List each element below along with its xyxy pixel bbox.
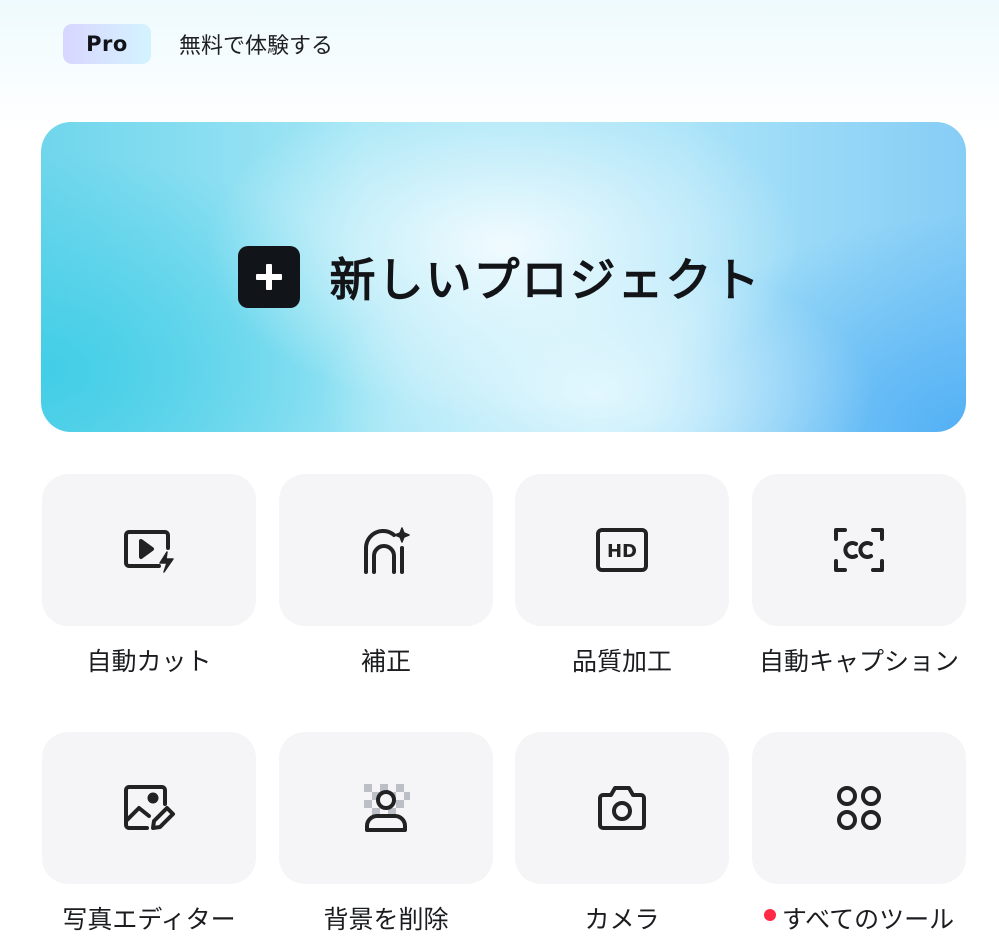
video-flash-icon — [121, 526, 177, 574]
tool-auto-caption[interactable]: 自動キャプション — [752, 474, 966, 678]
tool-retouch[interactable]: 補正 — [279, 474, 493, 678]
tool-label: 品質加工 — [571, 647, 672, 676]
tool-all-tools[interactable]: すべてのツール — [752, 732, 966, 936]
new-project-button[interactable]: 新しいプロジェクト — [41, 122, 966, 432]
cc-caption-icon — [831, 524, 887, 576]
camera-icon — [594, 782, 650, 834]
tool-label: 背景を削除 — [323, 905, 449, 934]
tool-quality-enhance[interactable]: HD 品質加工 — [515, 474, 729, 678]
hd-icon: HD — [594, 526, 650, 574]
tool-tile[interactable] — [42, 732, 256, 884]
tool-label: 自動カット — [86, 647, 212, 676]
tool-tile[interactable] — [279, 732, 493, 884]
tool-auto-cut[interactable]: 自動カット — [42, 474, 256, 678]
image-edit-icon — [121, 782, 177, 834]
new-project-label: 新しいプロジェクト — [329, 253, 762, 307]
tool-label: 補正 — [360, 647, 411, 676]
tool-tile[interactable] — [752, 474, 966, 626]
remove-background-icon — [358, 780, 414, 836]
plus-icon — [237, 246, 300, 308]
free-trial-link[interactable]: 無料で体験する — [179, 28, 333, 60]
tool-remove-background[interactable]: 背景を削除 — [279, 732, 493, 936]
tool-label: カメラ — [584, 905, 660, 934]
tool-tile[interactable] — [752, 732, 966, 884]
new-badge-dot — [763, 909, 776, 921]
svg-text:HD: HD — [607, 541, 637, 562]
tool-tile[interactable] — [42, 474, 256, 626]
tool-label: すべてのツール — [781, 905, 955, 934]
pro-badge[interactable]: Pro — [63, 24, 151, 64]
top-bar: Pro 無料で体験する — [63, 24, 333, 64]
tool-tile[interactable] — [279, 474, 493, 626]
new-project-content: 新しいプロジェクト — [237, 244, 762, 310]
grid-dots-icon — [833, 782, 885, 834]
tool-tile[interactable] — [515, 732, 729, 884]
tool-label-row: すべてのツール — [739, 900, 979, 936]
tool-label: 自動キャプション — [758, 647, 959, 676]
tool-tile[interactable]: HD — [515, 474, 729, 626]
tool-label: 写真エディター — [62, 905, 236, 934]
tool-camera[interactable]: カメラ — [515, 732, 729, 936]
tool-photo-editor[interactable]: 写真エディター — [42, 732, 256, 936]
face-sparkle-icon — [358, 522, 414, 578]
